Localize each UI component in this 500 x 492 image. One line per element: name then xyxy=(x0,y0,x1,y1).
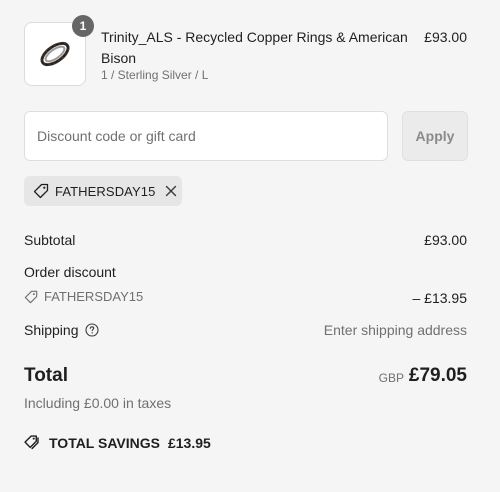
order-discount-label: Order discount xyxy=(24,264,116,280)
total-savings: TOTAL SAVINGS £13.95 xyxy=(24,434,211,451)
product-variant: 1 / Sterling Silver / L xyxy=(101,68,209,82)
savings-tag-icon xyxy=(24,435,39,450)
product-title: Trinity_ALS - Recycled Copper Rings & Am… xyxy=(101,29,408,66)
applied-discount-chip: FATHERSDAY15 xyxy=(24,176,182,206)
ring-image xyxy=(40,41,70,67)
tag-icon xyxy=(33,183,49,199)
total-savings-label: TOTAL SAVINGS xyxy=(49,434,160,451)
product-price: £93.00 xyxy=(424,29,467,45)
order-discount-code: FATHERSDAY15 xyxy=(24,289,143,304)
order-discount-code-text: FATHERSDAY15 xyxy=(44,289,144,304)
close-icon[interactable] xyxy=(165,185,177,197)
currency-code: GBP xyxy=(378,371,404,385)
tag-icon xyxy=(24,290,38,303)
tax-note: Including £0.00 in taxes xyxy=(24,395,172,411)
shipping-label: Shipping xyxy=(24,322,79,338)
help-icon[interactable] xyxy=(84,323,99,337)
applied-discount-code: FATHERSDAY15 xyxy=(55,183,156,199)
subtotal-value: £93.00 xyxy=(424,232,467,248)
total-savings-value: £13.95 xyxy=(167,434,211,451)
total-label: Total xyxy=(24,365,68,386)
subtotal-label: Subtotal xyxy=(24,232,76,248)
apply-button[interactable]: Apply xyxy=(402,111,468,161)
shipping-label-row: Shipping xyxy=(24,322,99,338)
total-value: £79.05 xyxy=(408,365,467,386)
order-discount-value: – £13.95 xyxy=(412,290,468,306)
discount-code-input[interactable] xyxy=(24,111,388,161)
quantity-badge: 1 xyxy=(72,15,94,37)
shipping-value: Enter shipping address xyxy=(323,322,467,338)
